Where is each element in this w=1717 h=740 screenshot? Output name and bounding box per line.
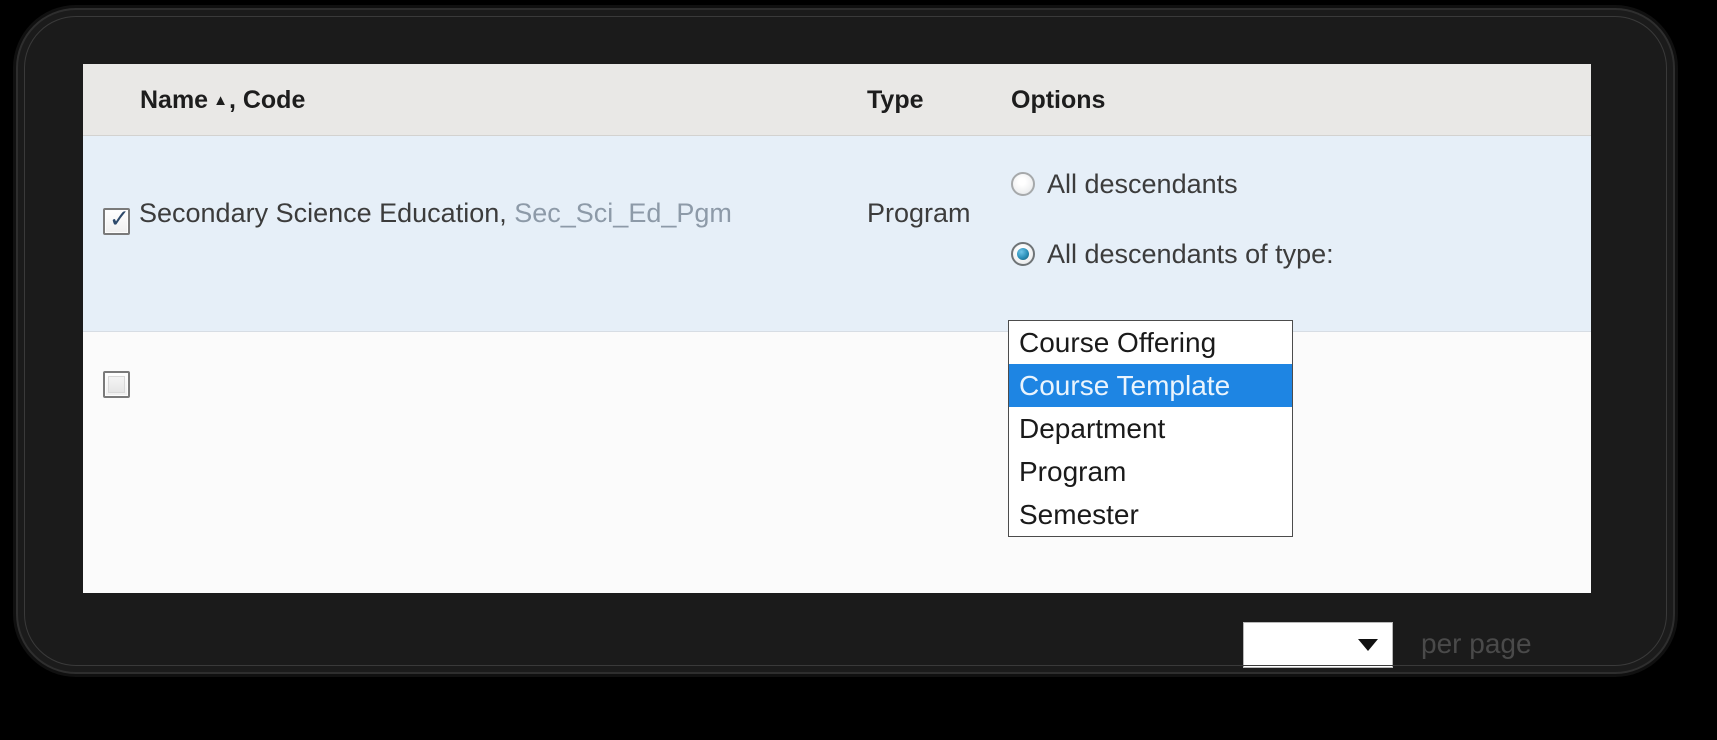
column-header-options: Options: [1011, 86, 1106, 114]
per-page-label: per page: [1421, 628, 1532, 659]
radio-label-all-descendants-of-type: All descendants of type:: [1047, 239, 1334, 269]
row-checkbox-unchecked[interactable]: [103, 371, 130, 398]
checkmark-icon: ✓: [109, 204, 130, 233]
row-name-cell: Secondary Science Education, Sec_Sci_Ed_…: [139, 198, 732, 229]
dropdown-option-course-offering[interactable]: Course Offering: [1009, 321, 1292, 364]
row-name-text: Secondary Science Education,: [139, 198, 507, 228]
column-header-type[interactable]: Type: [867, 86, 924, 115]
column-header-code-label: , Code: [228, 86, 306, 114]
table-row[interactable]: per page: [83, 332, 1591, 668]
triangle-glyph: [1358, 639, 1378, 651]
dropdown-option-semester[interactable]: Semester: [1009, 493, 1292, 536]
row-checkbox-checked[interactable]: ✓: [103, 204, 130, 235]
dropdown-option-program[interactable]: Program: [1009, 450, 1292, 493]
descendant-type-dropdown-list[interactable]: Course Offering Course Template Departme…: [1008, 320, 1293, 537]
radio-option-all-descendants[interactable]: All descendants: [1011, 169, 1238, 200]
per-page-chevron-down-icon[interactable]: [1344, 623, 1392, 667]
radio-icon-unselected[interactable]: [1011, 172, 1035, 196]
column-header-name-label: Name: [140, 86, 209, 114]
dropdown-option-course-template[interactable]: Course Template: [1009, 364, 1292, 407]
per-page-select[interactable]: [1243, 622, 1393, 668]
radio-label-all-descendants: All descendants: [1047, 169, 1238, 199]
table-panel: Name ▲, Code Type Options ✓ Secondary Sci…: [83, 64, 1591, 668]
dropdown-option-department[interactable]: Department: [1009, 407, 1292, 450]
device-frame: Name ▲, Code Type Options ✓ Secondary Sci…: [18, 10, 1673, 672]
checkbox-inner: [108, 376, 125, 393]
row-code-text: Sec_Sci_Ed_Pgm: [514, 198, 732, 228]
column-header-name[interactable]: Name ▲, Code: [140, 86, 305, 115]
row-type-cell: Program: [867, 198, 971, 228]
table-header-row: Name ▲, Code Type Options: [83, 64, 1591, 136]
radio-option-all-descendants-of-type[interactable]: All descendants of type:: [1011, 239, 1334, 270]
table-row[interactable]: ✓ Secondary Science Education, Sec_Sci_E…: [83, 136, 1591, 393]
radio-icon-selected[interactable]: [1011, 242, 1035, 266]
sort-ascending-icon[interactable]: ▲: [213, 92, 228, 109]
